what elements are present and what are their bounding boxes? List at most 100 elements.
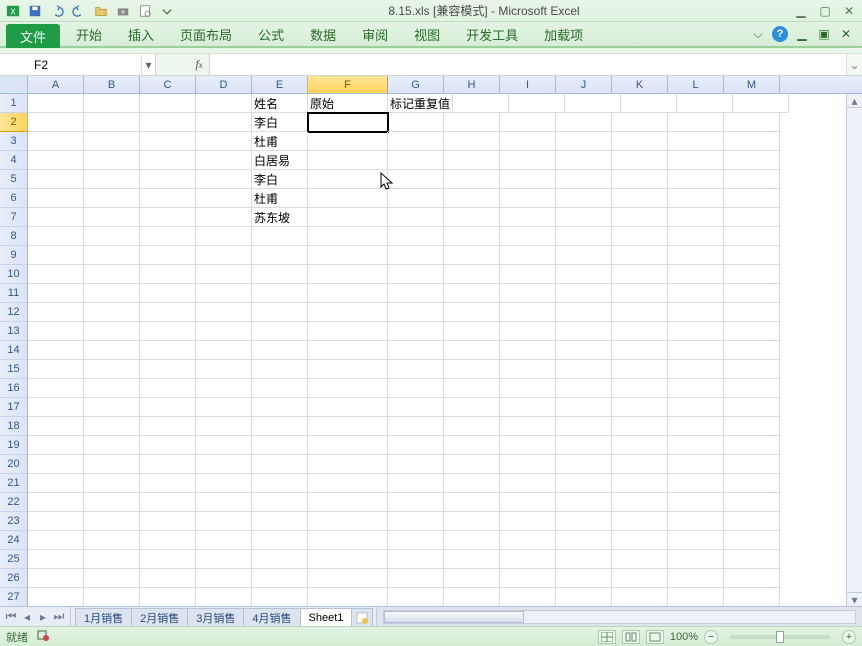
cell[interactable] [308,151,388,170]
cell[interactable] [668,569,724,588]
cell[interactable] [500,493,556,512]
cell[interactable] [556,398,612,417]
window-close-icon[interactable]: ✕ [838,26,854,42]
cell[interactable] [556,417,612,436]
cell[interactable] [724,227,780,246]
cell[interactable] [668,208,724,227]
zoom-level[interactable]: 100% [670,631,698,643]
cell[interactable] [612,569,668,588]
horizontal-scrollbar[interactable] [376,607,862,626]
cell[interactable] [308,436,388,455]
cell[interactable] [724,284,780,303]
cell[interactable] [252,455,308,474]
cell[interactable] [84,246,140,265]
cell[interactable] [444,132,500,151]
zoom-slider[interactable] [730,635,830,639]
cell[interactable] [308,569,388,588]
cell[interactable] [556,189,612,208]
row-header[interactable]: 3 [0,132,28,151]
cell[interactable] [196,436,252,455]
cell[interactable] [612,493,668,512]
cell[interactable] [28,303,84,322]
cell[interactable]: 原始 [308,94,388,113]
cell[interactable] [28,94,84,113]
cell[interactable] [556,322,612,341]
cell[interactable] [196,379,252,398]
row-header[interactable]: 23 [0,512,28,531]
cell[interactable] [308,379,388,398]
cell[interactable] [724,132,780,151]
row-header[interactable]: 25 [0,550,28,569]
cell[interactable] [252,284,308,303]
cell[interactable]: 杜甫 [252,189,308,208]
cell[interactable] [556,132,612,151]
cell[interactable] [724,303,780,322]
cell[interactable] [196,284,252,303]
cell[interactable] [500,151,556,170]
column-header[interactable]: M [724,76,780,93]
cell[interactable] [252,379,308,398]
cell[interactable] [196,360,252,379]
cell[interactable] [84,550,140,569]
ribbon-tab-view[interactable]: 视图 [404,22,450,46]
cell[interactable] [308,303,388,322]
cell[interactable] [612,284,668,303]
cell[interactable] [724,341,780,360]
cell[interactable] [724,208,780,227]
cell[interactable] [556,265,612,284]
undo-icon[interactable] [48,2,66,20]
sheet-first-icon[interactable]: ⏮ [4,610,18,624]
cell[interactable] [444,151,500,170]
cell[interactable] [252,417,308,436]
cell[interactable] [28,474,84,493]
cell[interactable] [444,208,500,227]
cell[interactable] [140,322,196,341]
row-header[interactable]: 1 [0,94,28,113]
cell[interactable] [612,208,668,227]
cell[interactable] [196,398,252,417]
hscroll-thumb[interactable] [384,611,524,623]
cell[interactable] [84,341,140,360]
cell[interactable] [500,550,556,569]
sheet-prev-icon[interactable]: ◂ [20,610,34,624]
cell[interactable] [500,531,556,550]
cell[interactable] [500,265,556,284]
cell[interactable] [500,189,556,208]
cell[interactable] [500,227,556,246]
fx-icon[interactable]: fx [191,56,209,74]
cell[interactable] [388,284,444,303]
qat-dropdown-icon[interactable] [158,2,176,20]
cell[interactable] [388,303,444,322]
cell[interactable] [196,265,252,284]
cell[interactable] [196,569,252,588]
cell[interactable]: 苏东坡 [252,208,308,227]
cell[interactable] [388,246,444,265]
cell[interactable] [612,265,668,284]
cell[interactable] [252,512,308,531]
cell[interactable] [388,227,444,246]
cell[interactable] [84,531,140,550]
cell[interactable] [140,94,196,113]
cell[interactable] [565,94,621,113]
cell[interactable] [28,170,84,189]
cell[interactable] [84,360,140,379]
cell[interactable] [84,265,140,284]
view-page-layout-icon[interactable] [622,630,640,644]
row-header[interactable]: 16 [0,379,28,398]
cell[interactable] [84,113,140,132]
file-tab[interactable]: 文件 [6,24,60,48]
zoom-thumb[interactable] [776,631,784,643]
row-header[interactable]: 8 [0,227,28,246]
cell[interactable] [668,113,724,132]
cell[interactable] [668,493,724,512]
view-page-break-icon[interactable] [646,630,664,644]
cell[interactable] [28,550,84,569]
cell[interactable] [556,455,612,474]
cell[interactable] [500,588,556,606]
ribbon-tab-formula[interactable]: 公式 [248,22,294,46]
open-icon[interactable] [92,2,110,20]
ribbon-tab-review[interactable]: 审阅 [352,22,398,46]
cell[interactable] [612,246,668,265]
cell[interactable] [252,493,308,512]
cell[interactable] [28,436,84,455]
